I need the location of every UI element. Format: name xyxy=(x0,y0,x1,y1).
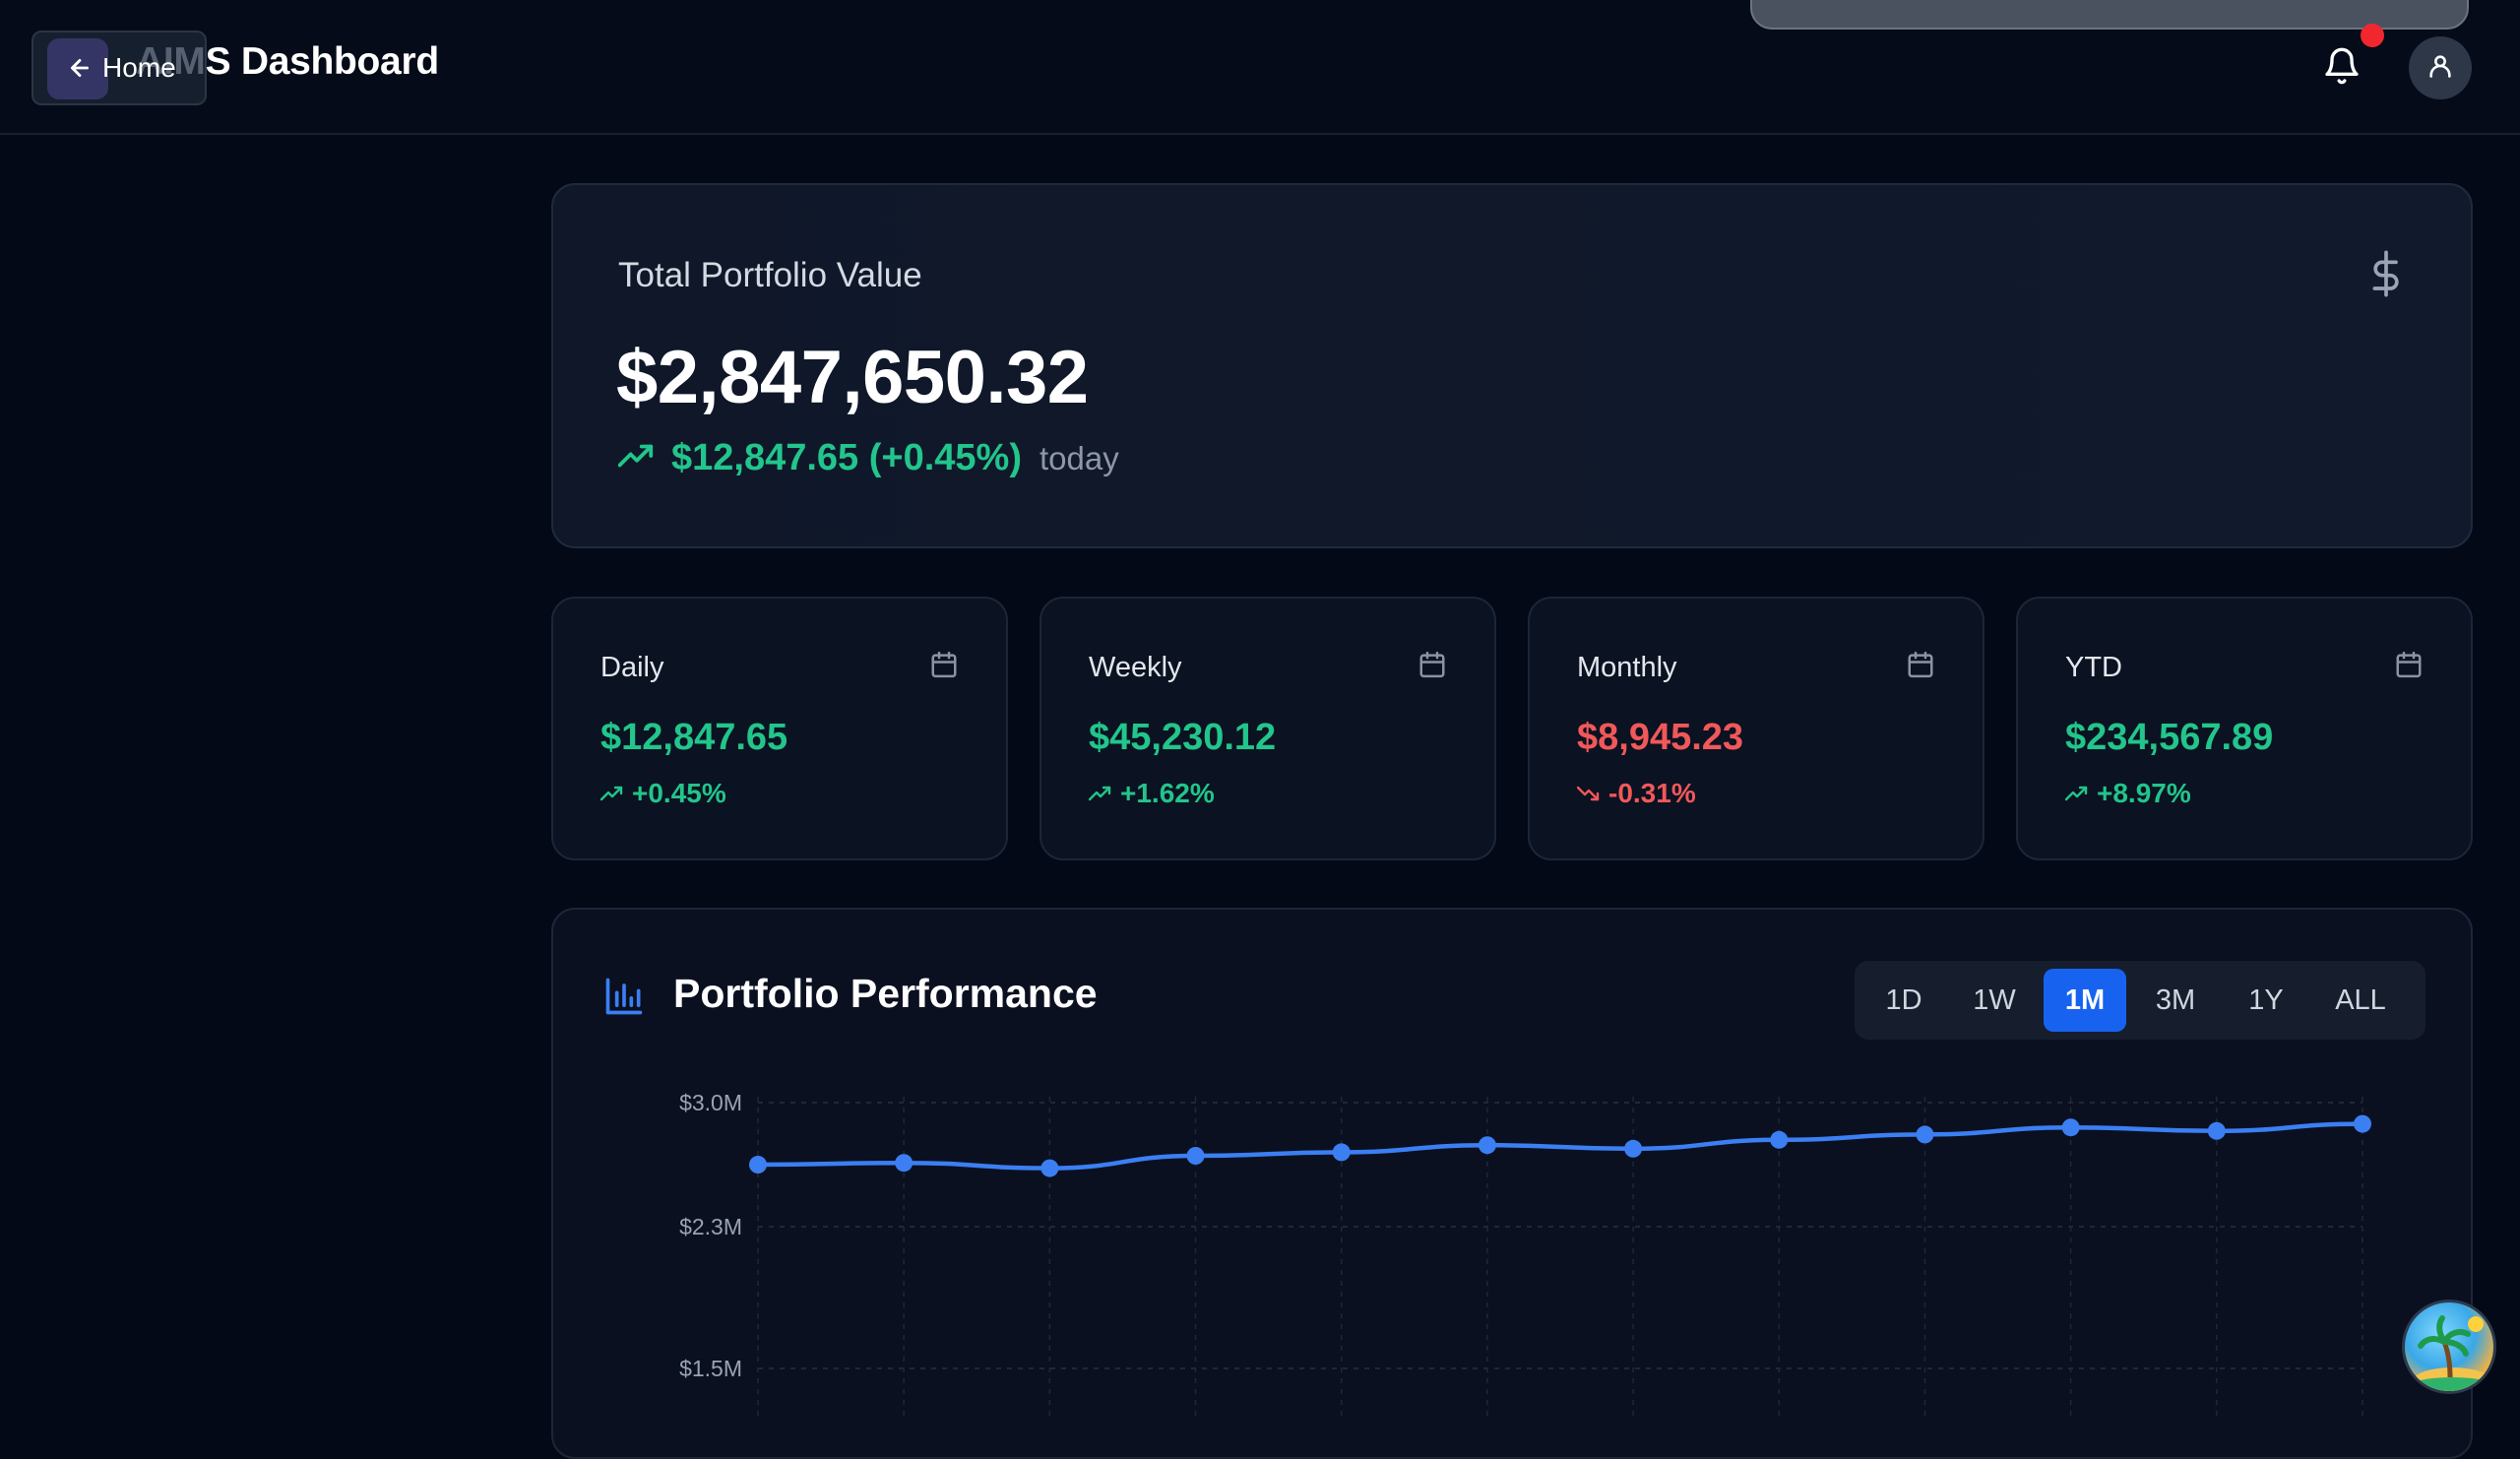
stat-change: +8.97% xyxy=(2064,778,2191,809)
user-avatar-button[interactable] xyxy=(2409,36,2472,99)
range-button-1m[interactable]: 1M xyxy=(2044,969,2126,1032)
stat-value: $234,567.89 xyxy=(2065,717,2274,758)
stat-card-ytd: YTD $234,567.89 +8.97% xyxy=(2016,597,2473,860)
range-button-3m[interactable]: 3M xyxy=(2134,969,2217,1032)
data-point xyxy=(2207,1121,2226,1140)
data-point xyxy=(1916,1125,1934,1144)
trending-up-icon xyxy=(2064,778,2089,809)
calendar-icon xyxy=(2394,650,2424,684)
range-button-1w[interactable]: 1W xyxy=(1953,969,2036,1032)
data-point xyxy=(1770,1130,1789,1149)
island-icon xyxy=(2409,1315,2493,1391)
performance-line-chart: $3.0M $2.3M $1.5M xyxy=(679,1090,2371,1418)
stat-card-weekly: Weekly $45,230.12 +1.62% xyxy=(1040,597,1496,860)
data-point xyxy=(1624,1139,1643,1158)
trending-up-icon xyxy=(1088,778,1112,809)
top-header: Home AIMS Dashboard xyxy=(0,0,2520,135)
search-bar-overlay[interactable] xyxy=(1750,0,2469,30)
data-point xyxy=(1040,1159,1059,1177)
total-portfolio-card: Total Portfolio Value $2,847,650.32 $12,… xyxy=(551,183,2473,548)
series-line xyxy=(755,1121,2365,1171)
stat-change: +1.62% xyxy=(1088,778,1215,809)
calendar-icon xyxy=(929,650,959,684)
stat-card-monthly: Monthly $8,945.23 -0.31% xyxy=(1528,597,1984,860)
data-point xyxy=(895,1154,914,1173)
data-point xyxy=(1186,1147,1205,1165)
bar-chart-icon xyxy=(602,975,646,1023)
stat-change-value: +0.45% xyxy=(632,778,726,808)
trending-up-icon xyxy=(617,441,656,476)
performance-title: Portfolio Performance xyxy=(673,971,1098,1016)
data-point xyxy=(2061,1118,2080,1137)
portfolio-change-amount: $12,847.65 (+0.45%) xyxy=(671,437,1022,478)
assistant-avatar-button[interactable] xyxy=(2402,1300,2496,1394)
y-tick-label: $2.3M xyxy=(679,1214,742,1239)
app-title: AIMS Dashboard xyxy=(136,40,439,84)
stat-change-value: +8.97% xyxy=(2097,778,2191,808)
stat-card-daily: Daily $12,847.65 +0.45% xyxy=(551,597,1008,860)
dollar-icon xyxy=(2366,248,2406,299)
portfolio-change: $12,847.65 (+0.45%) today xyxy=(617,437,1119,479)
arrow-left-icon xyxy=(67,55,93,81)
stat-change: -0.31% xyxy=(1576,778,1696,809)
stat-value: $45,230.12 xyxy=(1089,717,1277,758)
portfolio-label: Total Portfolio Value xyxy=(618,256,922,294)
portfolio-change-period: today xyxy=(1040,439,1119,476)
data-point xyxy=(1332,1143,1351,1162)
stat-value: $12,847.65 xyxy=(600,717,788,758)
stat-label: YTD xyxy=(2065,652,2122,683)
app-title-main: S Dashboard xyxy=(205,40,440,83)
notification-badge xyxy=(2361,24,2384,47)
data-point xyxy=(2354,1114,2371,1133)
stat-change-value: -0.31% xyxy=(1608,778,1696,808)
range-button-1y[interactable]: 1Y xyxy=(2225,969,2307,1032)
data-point xyxy=(1478,1136,1496,1155)
trending-up-icon xyxy=(599,778,624,809)
stat-label: Monthly xyxy=(1577,652,1677,683)
y-tick-label: $3.0M xyxy=(679,1090,742,1115)
range-button-all[interactable]: ALL xyxy=(2315,969,2406,1032)
range-button-1d[interactable]: 1D xyxy=(1862,969,1945,1032)
stat-label: Weekly xyxy=(1089,652,1182,683)
bell-icon xyxy=(2322,45,2362,92)
portfolio-value: $2,847,650.32 xyxy=(616,336,1089,419)
trending-down-icon xyxy=(1576,778,1601,809)
data-point xyxy=(749,1156,767,1174)
calendar-icon xyxy=(1906,650,1935,684)
y-tick-label: $1.5M xyxy=(679,1356,742,1381)
stat-label: Daily xyxy=(600,652,664,683)
user-icon xyxy=(2426,52,2454,85)
home-button-label: Home xyxy=(102,52,176,83)
stat-change-value: +1.62% xyxy=(1120,778,1215,808)
calendar-icon xyxy=(1418,650,1447,684)
time-range-selector: 1D 1W 1M 3M 1Y ALL xyxy=(1855,961,2426,1040)
stat-value: $8,945.23 xyxy=(1577,717,1744,758)
stat-change: +0.45% xyxy=(599,778,726,809)
notifications-button[interactable] xyxy=(2317,43,2366,93)
